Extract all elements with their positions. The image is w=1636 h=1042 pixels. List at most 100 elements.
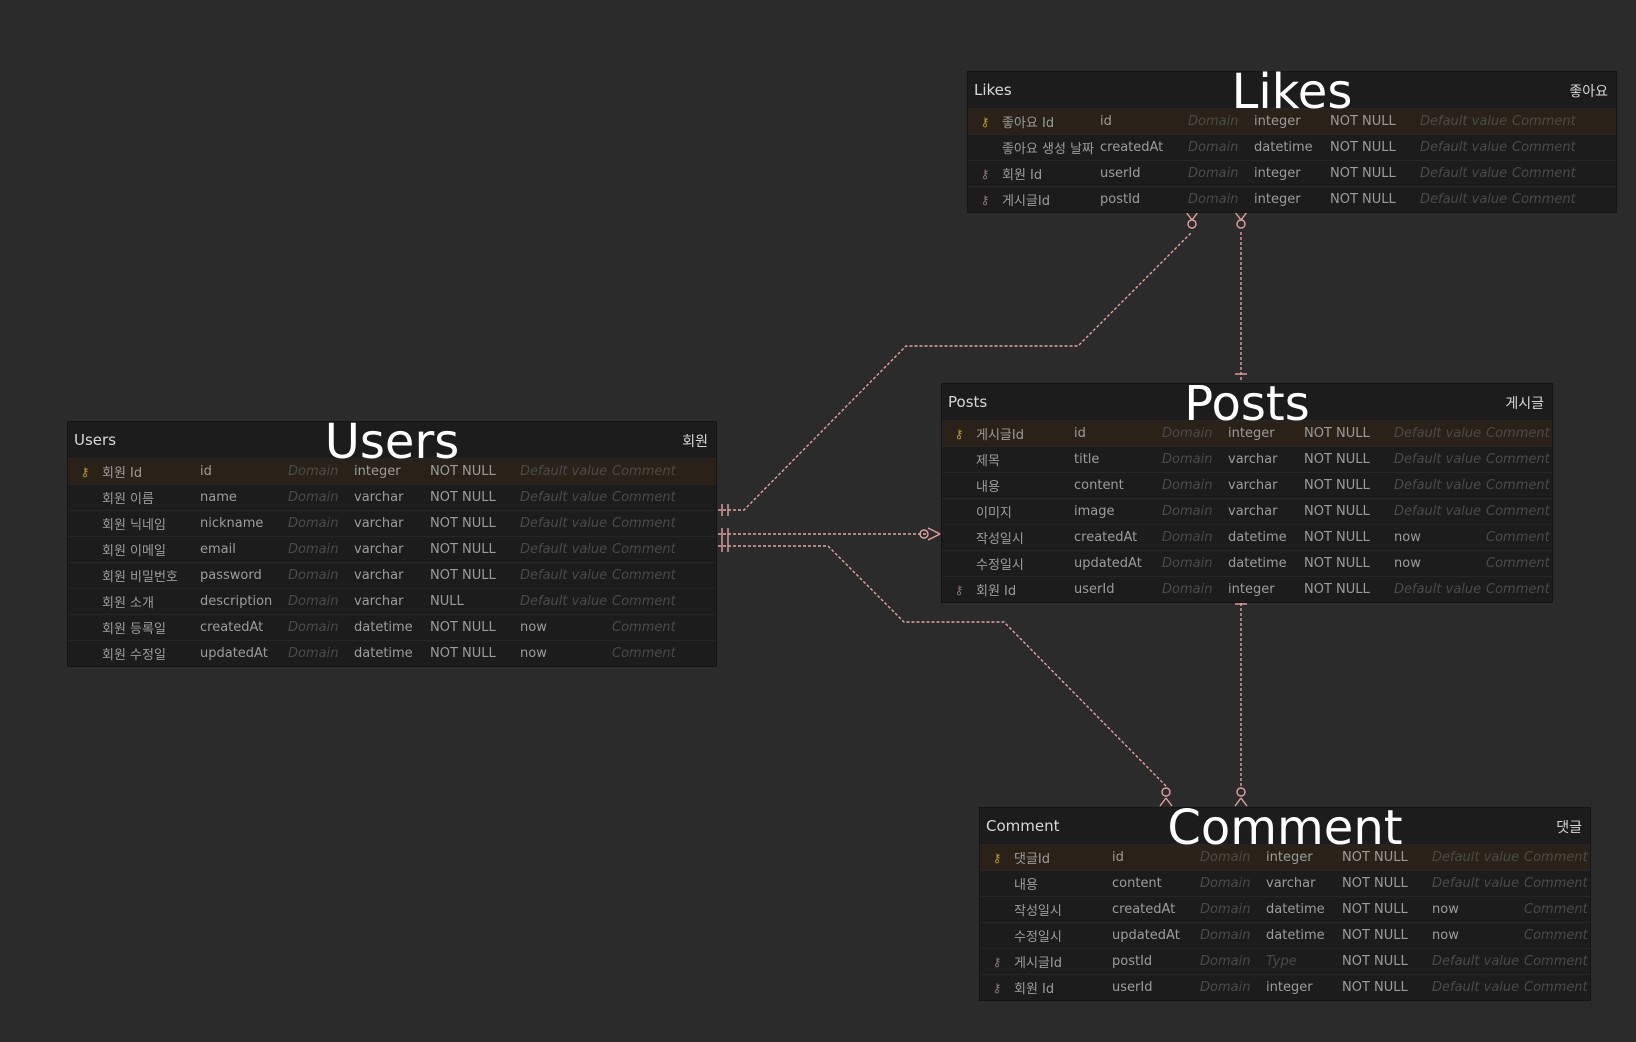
column-physical-name[interactable]: description <box>200 594 288 609</box>
column-physical-name[interactable]: id <box>1100 114 1188 129</box>
column-row[interactable]: 내용 content Domain varchar NOT NULL Default va… <box>980 870 1590 896</box>
column-nullable[interactable]: NOT NULL <box>1304 556 1394 571</box>
column-type[interactable]: integer <box>1266 850 1342 865</box>
column-nullable[interactable]: NOT NULL <box>1342 980 1432 995</box>
table-comment[interactable]: Comment Comment 댓글 ⚷ 댓글Id id Domain integer N… <box>980 800 1590 1000</box>
column-default[interactable]: Default value <box>1420 114 1512 129</box>
column-domain[interactable]: Domain <box>288 464 354 479</box>
column-comment[interactable]: Comment <box>612 542 716 557</box>
column-type[interactable]: datetime <box>1266 902 1342 917</box>
column-physical-name[interactable]: postId <box>1100 192 1188 207</box>
column-comment[interactable]: Comment <box>1486 530 1552 545</box>
column-row[interactable]: 좋아요 생성 날짜 createdAt Domain datetime NOT NULL… <box>968 134 1616 160</box>
column-row[interactable]: 내용 content Domain varchar NOT NULL Default va… <box>942 472 1552 498</box>
column-type[interactable]: varchar <box>354 490 430 505</box>
column-row[interactable]: 회원 닉네임 nickname Domain varchar NOT NULL Defau… <box>68 510 716 536</box>
column-domain[interactable]: Domain <box>1200 850 1266 865</box>
column-row[interactable]: ⚷ 회원 Id id Domain integer NOT NULL Default val… <box>68 458 716 484</box>
column-nullable[interactable]: NOT NULL <box>430 568 520 583</box>
column-physical-name[interactable]: content <box>1074 478 1162 493</box>
column-row[interactable]: ⚷ 댓글Id id Domain integer NOT NULL Default valu… <box>980 844 1590 870</box>
column-physical-name[interactable]: content <box>1112 876 1200 891</box>
column-default[interactable]: Default value <box>520 464 612 479</box>
column-nullable[interactable]: NOT NULL <box>1304 452 1394 467</box>
column-default[interactable]: Default value <box>520 568 612 583</box>
column-row[interactable]: 회원 소개 description Domain varchar NULL Default… <box>68 588 716 614</box>
column-nullable[interactable]: NOT NULL <box>1330 166 1420 181</box>
column-domain[interactable]: Domain <box>1188 166 1254 181</box>
column-comment[interactable]: Comment <box>612 620 716 635</box>
column-nullable[interactable]: NOT NULL <box>430 490 520 505</box>
column-logical-name[interactable]: 게시글Id <box>976 424 1074 443</box>
column-domain[interactable]: Domain <box>1162 556 1228 571</box>
column-logical-name[interactable]: 게시글Id <box>1014 952 1112 971</box>
column-nullable[interactable]: NOT NULL <box>1330 114 1420 129</box>
column-type[interactable]: datetime <box>1228 556 1304 571</box>
column-row[interactable]: ⚷ 회원 Id userId Domain integer NOT NULL Default… <box>968 160 1616 186</box>
column-default[interactable]: Default value <box>1432 850 1524 865</box>
column-physical-name[interactable]: id <box>200 464 288 479</box>
column-comment[interactable]: Comment <box>1486 582 1552 597</box>
column-logical-name[interactable]: 회원 Id <box>1002 164 1100 183</box>
column-type[interactable]: integer <box>354 464 430 479</box>
column-logical-name[interactable]: 작성일시 <box>1014 900 1112 919</box>
column-physical-name[interactable]: updatedAt <box>200 646 288 661</box>
column-comment[interactable]: Comment <box>612 490 716 505</box>
column-default[interactable]: Default value <box>1394 426 1486 441</box>
column-physical-name[interactable]: title <box>1074 452 1162 467</box>
table-header[interactable]: Likes Likes 좋아요 <box>968 64 1616 120</box>
column-domain[interactable]: Domain <box>1162 452 1228 467</box>
column-comment[interactable]: Comment <box>1512 166 1616 181</box>
column-domain[interactable]: Domain <box>1188 192 1254 207</box>
column-comment[interactable]: Comment <box>1512 192 1616 207</box>
column-nullable[interactable]: NULL <box>430 594 520 609</box>
column-domain[interactable]: Domain <box>288 490 354 505</box>
column-default[interactable]: Default value <box>1432 954 1524 969</box>
column-comment[interactable]: Comment <box>1486 556 1552 571</box>
column-logical-name[interactable]: 회원 소개 <box>102 592 200 611</box>
column-domain[interactable]: Domain <box>1162 426 1228 441</box>
column-domain[interactable]: Domain <box>1200 876 1266 891</box>
column-nullable[interactable]: NOT NULL <box>1304 504 1394 519</box>
column-type[interactable]: integer <box>1266 980 1342 995</box>
column-type[interactable]: datetime <box>1266 928 1342 943</box>
column-domain[interactable]: Domain <box>288 646 354 661</box>
column-row[interactable]: 수정일시 updatedAt Domain datetime NOT NULL now Co… <box>942 550 1552 576</box>
column-type[interactable]: varchar <box>354 568 430 583</box>
column-nullable[interactable]: NOT NULL <box>430 464 520 479</box>
column-physical-name[interactable]: password <box>200 568 288 583</box>
column-type[interactable]: datetime <box>1254 140 1330 155</box>
column-type[interactable]: varchar <box>354 542 430 557</box>
column-domain[interactable]: Domain <box>288 542 354 557</box>
column-comment[interactable]: Comment <box>612 568 716 583</box>
column-default[interactable]: Default value <box>1394 452 1486 467</box>
column-default[interactable]: Default value <box>520 516 612 531</box>
column-domain[interactable]: Domain <box>1162 504 1228 519</box>
column-comment[interactable]: Comment <box>612 464 716 479</box>
column-comment[interactable]: Comment <box>1524 928 1590 943</box>
column-domain[interactable]: Domain <box>1200 902 1266 917</box>
column-logical-name[interactable]: 제목 <box>976 450 1074 469</box>
column-comment[interactable]: Comment <box>612 646 716 661</box>
column-row[interactable]: ⚷ 회원 Id userId Domain integer NOT NULL Default… <box>980 974 1590 1000</box>
column-logical-name[interactable]: 수정일시 <box>976 554 1074 573</box>
column-physical-name[interactable]: image <box>1074 504 1162 519</box>
column-row[interactable]: ⚷ 회원 Id userId Domain integer NOT NULL Default… <box>942 576 1552 602</box>
column-nullable[interactable]: NOT NULL <box>1304 582 1394 597</box>
table-posts[interactable]: Posts Posts 게시글 ⚷ 게시글Id id Domain integer NOT… <box>942 376 1552 602</box>
column-default[interactable]: Default value <box>520 594 612 609</box>
column-default[interactable]: now <box>1394 530 1486 545</box>
column-row[interactable]: 수정일시 updatedAt Domain datetime NOT NULL now Co… <box>980 922 1590 948</box>
column-default[interactable]: Default value <box>1420 166 1512 181</box>
column-row[interactable]: 회원 이름 name Domain varchar NOT NULL Default va… <box>68 484 716 510</box>
column-comment[interactable]: Comment <box>612 516 716 531</box>
column-nullable[interactable]: NOT NULL <box>1342 876 1432 891</box>
column-logical-name[interactable]: 회원 닉네임 <box>102 514 200 533</box>
column-physical-name[interactable]: id <box>1074 426 1162 441</box>
column-type[interactable]: integer <box>1228 582 1304 597</box>
column-logical-name[interactable]: 회원 수정일 <box>102 644 200 663</box>
table-header[interactable]: Comment Comment 댓글 <box>980 800 1590 856</box>
column-domain[interactable]: Domain <box>1188 140 1254 155</box>
column-default[interactable]: now <box>520 646 612 661</box>
column-nullable[interactable]: NOT NULL <box>1342 850 1432 865</box>
